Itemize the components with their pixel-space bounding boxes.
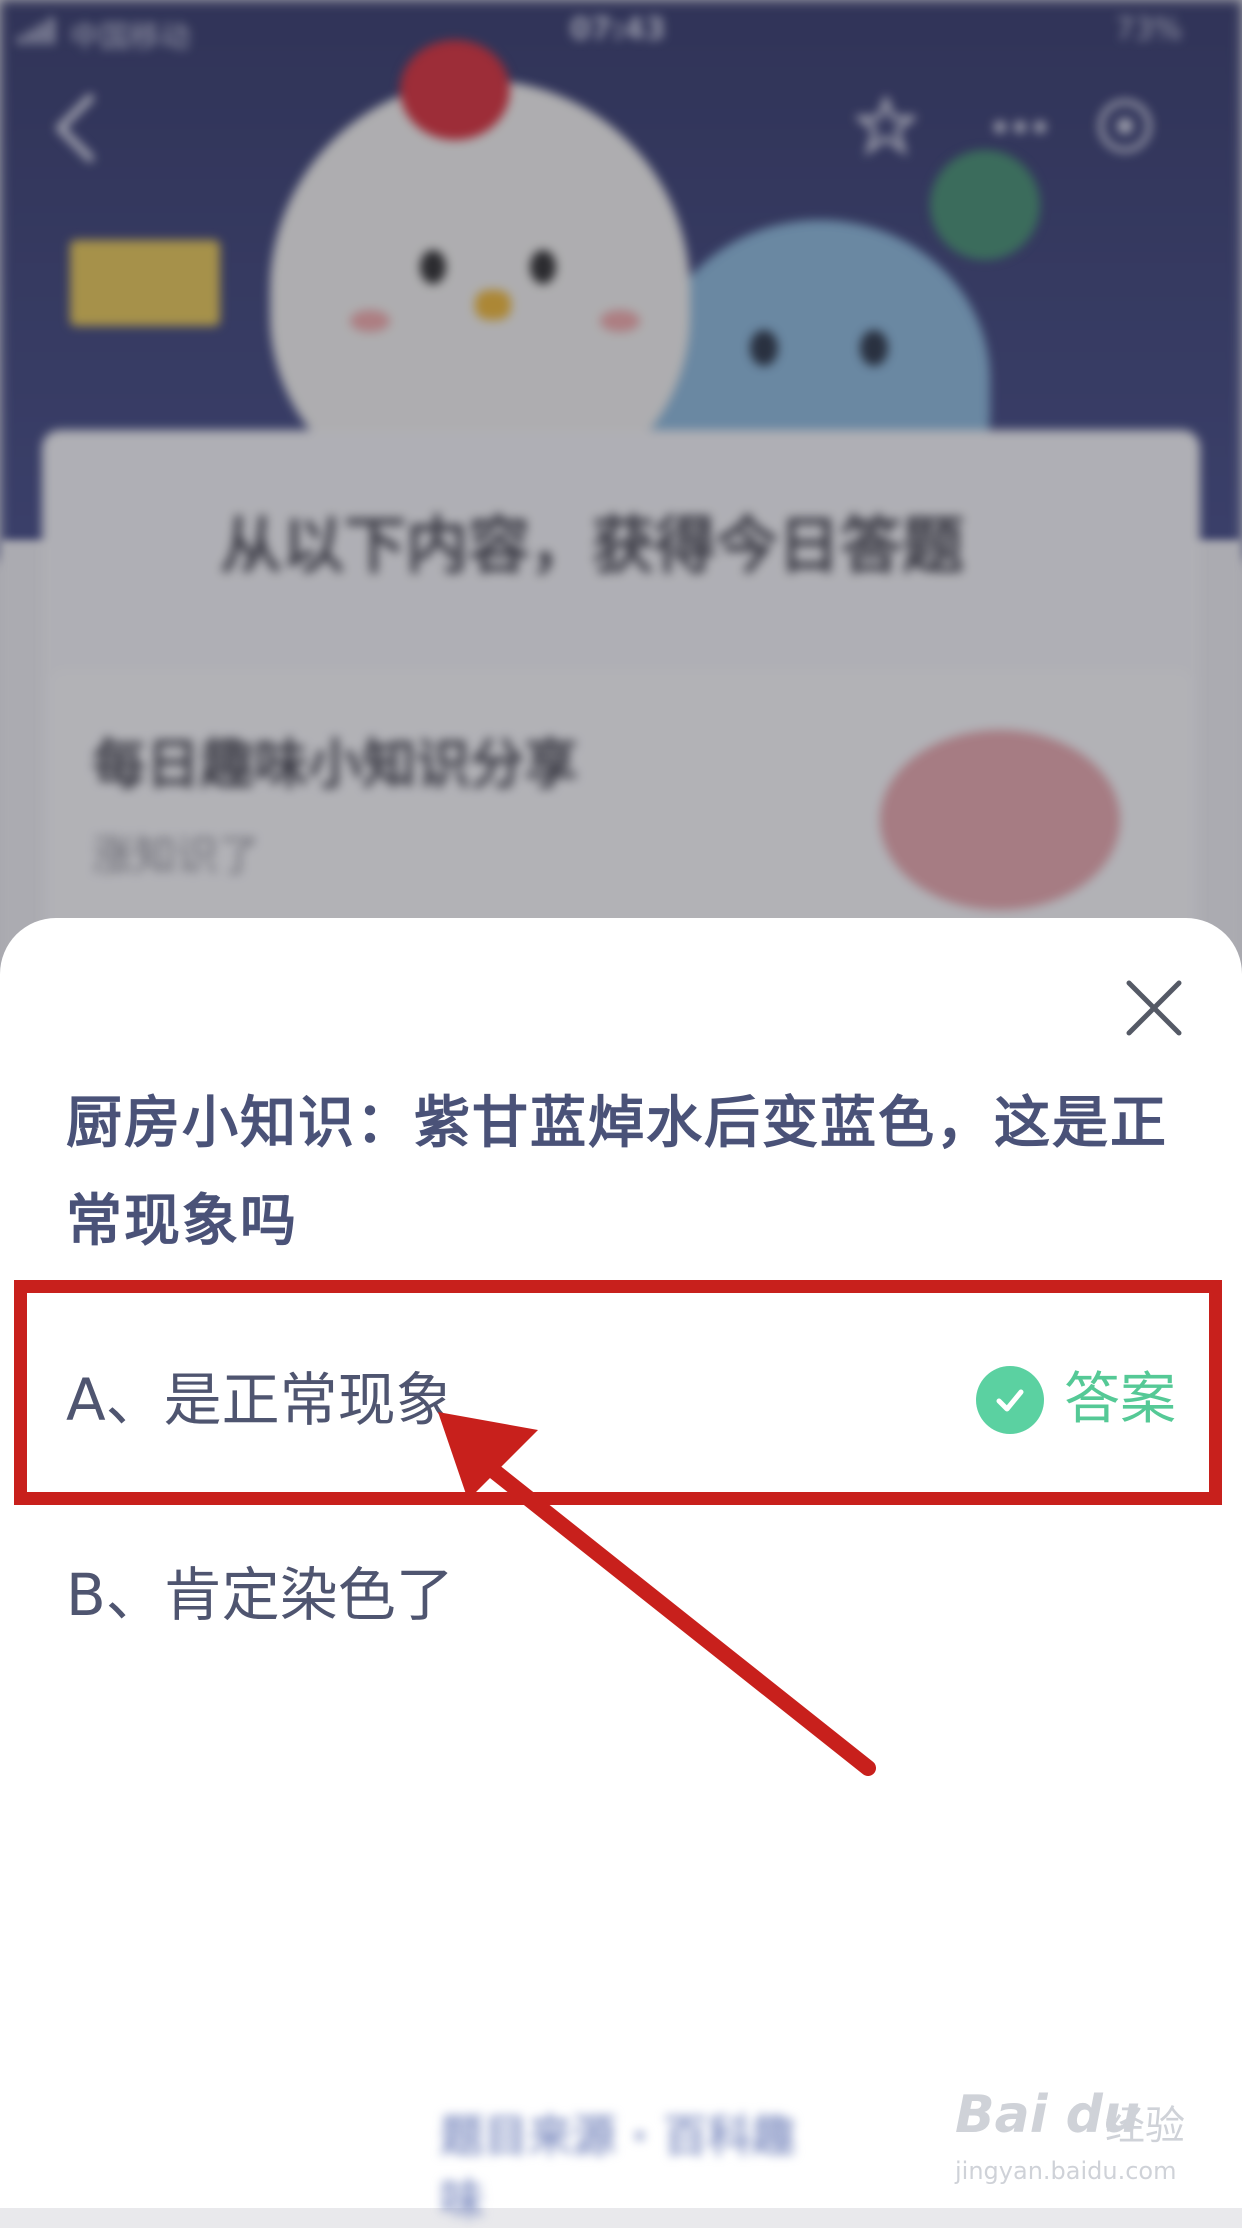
quiz-question: 厨房小知识：紫甘蓝焯水后变蓝色，这是正常现象吗 bbox=[66, 1091, 1168, 1254]
watermark-brand-cn: 经验 bbox=[1105, 2103, 1185, 2149]
close-icon[interactable] bbox=[1121, 975, 1187, 1041]
watermark-url: jingyan.baidu.com bbox=[955, 2157, 1177, 2185]
option-b[interactable]: B、肯定染色了 bbox=[66, 1540, 1176, 1650]
footer-source: 题目来源 · 百科趣味 bbox=[440, 2111, 796, 2226]
highlight-box bbox=[14, 1280, 1222, 1505]
watermark: Bai du 经验 jingyan.baidu.com bbox=[955, 2085, 1195, 2195]
option-b-label: B、肯定染色了 bbox=[66, 1561, 454, 1629]
